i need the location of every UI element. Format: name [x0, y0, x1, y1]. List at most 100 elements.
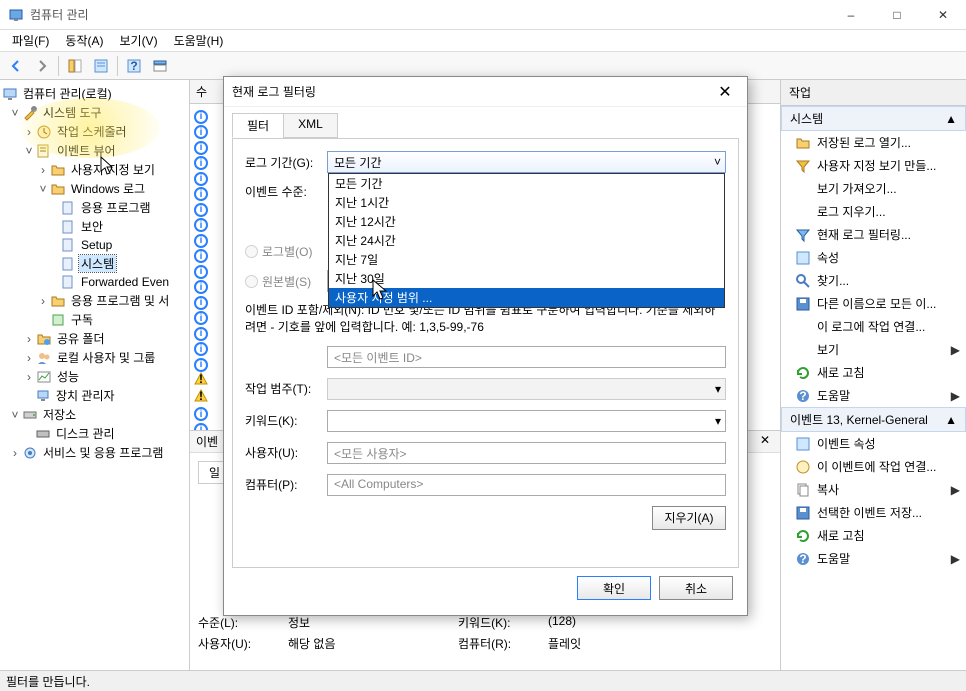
- expand-icon[interactable]: ›: [22, 370, 36, 384]
- action-create-view[interactable]: 사용자 지정 보기 만들...: [781, 154, 966, 177]
- log-period-dropdown[interactable]: 모든 기간 지난 1시간 지난 12시간 지난 24시간 지난 7일 지난 30…: [328, 173, 725, 308]
- tree-storage[interactable]: ˅저장소: [0, 405, 189, 424]
- tree-custom-views[interactable]: ›사용자 지정 보기: [0, 160, 189, 179]
- menu-help[interactable]: 도움말(H): [166, 30, 232, 51]
- keyword-combo[interactable]: ▾: [327, 410, 726, 432]
- close-icon[interactable]: ✕: [756, 433, 774, 450]
- tree-event-viewer[interactable]: ˅이벤트 뷰어: [0, 141, 189, 160]
- minimize-button[interactable]: –: [828, 0, 874, 30]
- tree-panel: 컴퓨터 관리(로컬) ˅시스템 도구 ›작업 스케줄러 ˅이벤트 뷰어 ›사용자…: [0, 80, 190, 670]
- svg-text:?: ?: [799, 552, 806, 566]
- action-help[interactable]: ?도움말▶: [781, 384, 966, 407]
- help-button[interactable]: ?: [122, 54, 146, 78]
- log-period-combo[interactable]: 모든 기간 ˅ 모든 기간 지난 1시간 지난 12시간 지난 24시간 지난 …: [327, 151, 726, 173]
- action-save-selected[interactable]: 선택한 이벤트 저장...: [781, 501, 966, 524]
- tree-root[interactable]: 컴퓨터 관리(로컬): [0, 84, 189, 103]
- action-refresh2[interactable]: 새로 고침: [781, 524, 966, 547]
- tree-log-app[interactable]: 응용 프로그램: [0, 198, 189, 217]
- user-input[interactable]: <모든 사용자>: [327, 442, 726, 464]
- toolbar-button[interactable]: [148, 54, 172, 78]
- tab-xml[interactable]: XML: [283, 113, 338, 138]
- tree-log-system[interactable]: 시스템: [0, 254, 189, 273]
- menu-file[interactable]: 파일(F): [4, 30, 57, 51]
- back-button[interactable]: [4, 54, 28, 78]
- tree-log-forwarded[interactable]: Forwarded Even: [0, 273, 189, 291]
- tree-task-sched[interactable]: ›작업 스케줄러: [0, 122, 189, 141]
- cancel-button[interactable]: 취소: [659, 576, 733, 600]
- dropdown-option[interactable]: 지난 1시간: [329, 193, 724, 212]
- close-button[interactable]: ✕: [920, 0, 966, 30]
- action-copy[interactable]: 복사▶: [781, 478, 966, 501]
- action-filter-log[interactable]: 현재 로그 필터링...: [781, 223, 966, 246]
- menu-action[interactable]: 동작(A): [57, 30, 111, 51]
- computer-input[interactable]: <All Computers>: [327, 474, 726, 496]
- action-open-saved[interactable]: 저장된 로그 열기...: [781, 131, 966, 154]
- collapse-icon[interactable]: ˅: [22, 144, 36, 158]
- show-hide-tree-button[interactable]: [63, 54, 87, 78]
- clear-icon: [795, 204, 811, 220]
- forward-button[interactable]: [30, 54, 54, 78]
- expand-icon[interactable]: ›: [36, 294, 50, 308]
- tree-local-users[interactable]: ›로컬 사용자 및 그룹: [0, 348, 189, 367]
- tab-filter[interactable]: 필터: [232, 113, 284, 138]
- action-help2[interactable]: ?도움말▶: [781, 547, 966, 570]
- collapse-icon[interactable]: ˅: [8, 106, 22, 120]
- properties-button[interactable]: [89, 54, 113, 78]
- tree-devmgr[interactable]: 장치 관리자: [0, 386, 189, 405]
- nav-tree[interactable]: 컴퓨터 관리(로컬) ˅시스템 도구 ›작업 스케줄러 ˅이벤트 뷰어 ›사용자…: [0, 84, 189, 462]
- event-id-input[interactable]: <모든 이벤트 ID>: [327, 346, 726, 368]
- dialog-body: 로그 기간(G): 모든 기간 ˅ 모든 기간 지난 1시간 지난 12시간 지…: [232, 138, 739, 568]
- action-find[interactable]: 찾기...: [781, 269, 966, 292]
- action-refresh[interactable]: 새로 고침: [781, 361, 966, 384]
- dropdown-option[interactable]: 모든 기간: [329, 174, 724, 193]
- radio-source-label: 원본별(S): [262, 273, 311, 290]
- expand-icon[interactable]: ›: [8, 446, 22, 460]
- dropdown-option[interactable]: 지난 24시간: [329, 231, 724, 250]
- tree-subscribe[interactable]: 구독: [0, 310, 189, 329]
- tree-log-setup[interactable]: Setup: [0, 236, 189, 254]
- info-icon: i: [194, 249, 208, 263]
- clear-button[interactable]: 지우기(A): [652, 506, 726, 530]
- actions-section-event[interactable]: 이벤트 13, Kernel-General▲: [781, 407, 966, 432]
- action-attach-task[interactable]: 이 로그에 작업 연결...: [781, 315, 966, 338]
- eventlog-icon: [36, 143, 52, 159]
- ok-button[interactable]: 확인: [577, 576, 651, 600]
- tree-diskmgr[interactable]: 디스크 관리: [0, 424, 189, 443]
- tree-app-services[interactable]: ›응용 프로그램 및 서: [0, 291, 189, 310]
- collapse-icon[interactable]: ˅: [36, 182, 50, 196]
- dropdown-option[interactable]: 지난 30일: [329, 269, 724, 288]
- action-properties[interactable]: 속성: [781, 246, 966, 269]
- action-import-view[interactable]: 보기 가져오기...: [781, 177, 966, 200]
- radio-log-level: [245, 245, 258, 258]
- tree-sys-tools[interactable]: ˅시스템 도구: [0, 103, 189, 122]
- action-view[interactable]: 보기▶: [781, 338, 966, 361]
- action-clear-log[interactable]: 로그 지우기...: [781, 200, 966, 223]
- dialog-close-button[interactable]: ✕: [711, 78, 739, 106]
- svg-text:!: !: [199, 389, 203, 403]
- save-icon: [795, 505, 811, 521]
- tree-windows-logs[interactable]: ˅Windows 로그: [0, 179, 189, 198]
- maximize-button[interactable]: □: [874, 0, 920, 30]
- tree-log-security[interactable]: 보안: [0, 217, 189, 236]
- expand-icon[interactable]: ›: [22, 332, 36, 346]
- tree-services[interactable]: ›서비스 및 응용 프로그램: [0, 443, 189, 462]
- menu-view[interactable]: 보기(V): [111, 30, 165, 51]
- collapse-icon[interactable]: ▲: [945, 413, 957, 427]
- dropdown-option[interactable]: 지난 12시간: [329, 212, 724, 231]
- action-save-as[interactable]: 다른 이름으로 모든 이...: [781, 292, 966, 315]
- expand-icon[interactable]: ›: [22, 125, 36, 139]
- action-event-props[interactable]: 이벤트 속성: [781, 432, 966, 455]
- action-attach-event-task[interactable]: 이 이벤트에 작업 연결...: [781, 455, 966, 478]
- tree-shared[interactable]: ›공유 폴더: [0, 329, 189, 348]
- collapse-icon[interactable]: ˅: [8, 408, 22, 422]
- info-icon: i: [194, 218, 208, 232]
- dropdown-option[interactable]: 지난 7일: [329, 250, 724, 269]
- tree-perf[interactable]: ›성능: [0, 367, 189, 386]
- collapse-icon[interactable]: ▲: [945, 112, 957, 126]
- expand-icon[interactable]: ›: [22, 351, 36, 365]
- dropdown-option-selected[interactable]: 사용자 지정 범위 ...: [329, 288, 724, 307]
- refresh-icon: [795, 528, 811, 544]
- copy-icon: [795, 482, 811, 498]
- actions-section-system[interactable]: 시스템▲: [781, 106, 966, 131]
- expand-icon[interactable]: ›: [36, 163, 50, 177]
